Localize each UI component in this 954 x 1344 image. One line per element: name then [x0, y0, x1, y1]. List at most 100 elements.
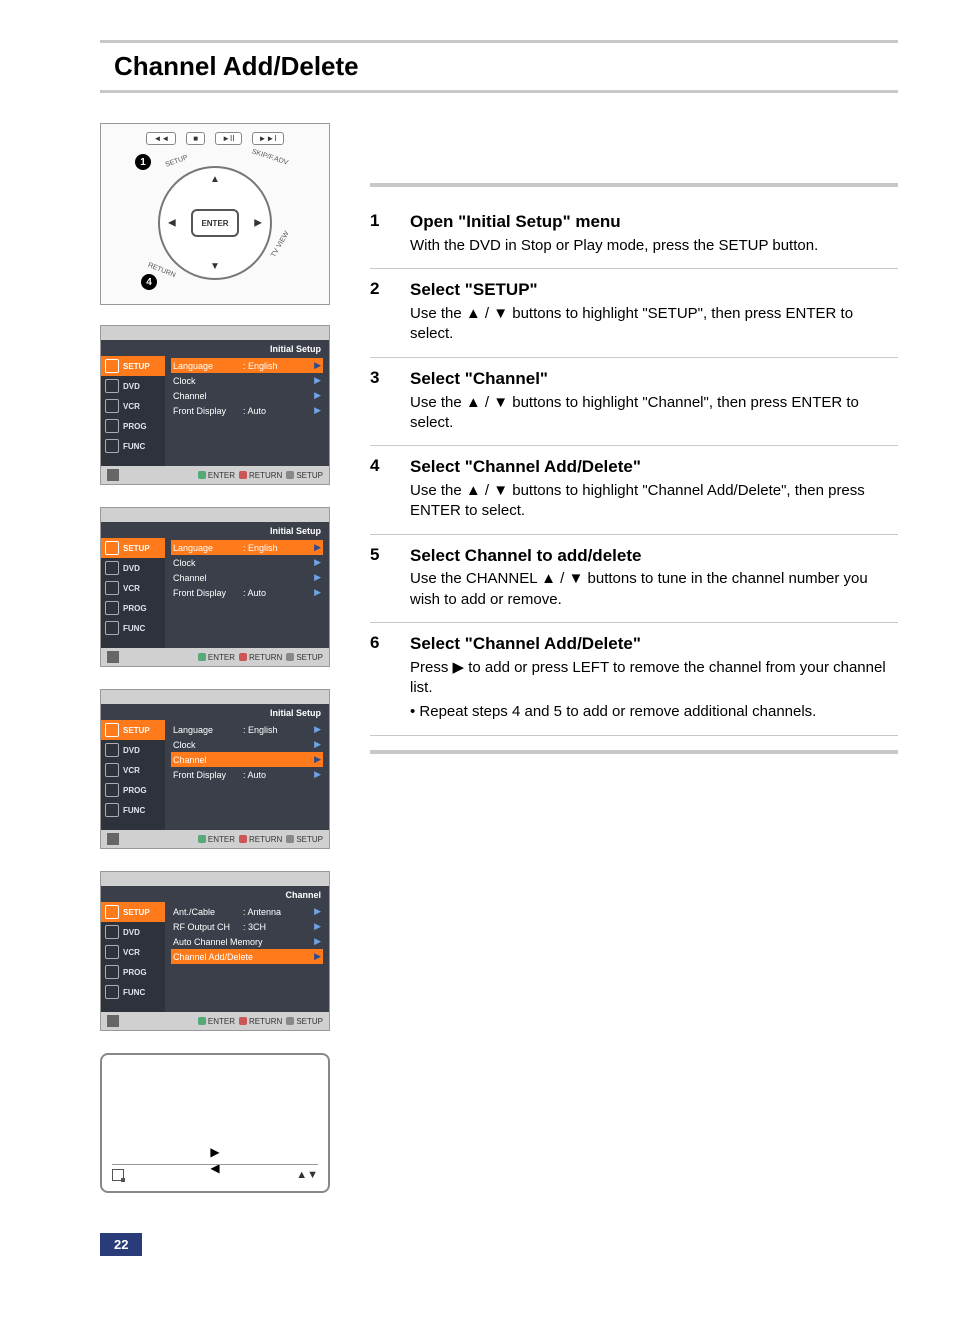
- arrow-left-icon: ◀: [168, 218, 176, 229]
- step-number: 3: [370, 368, 388, 433]
- grid-icon: [105, 985, 119, 999]
- step-text: Press ▶ to add or press LEFT to remove t…: [410, 658, 898, 699]
- tape-icon: [105, 581, 119, 595]
- osd-row: Front Display: Auto▶: [171, 403, 323, 418]
- osd-row: Channel▶: [171, 570, 323, 585]
- step-5: 5 Select Channel to add/delete Use the C…: [370, 535, 898, 623]
- arrow-right-icon: ▶: [254, 218, 262, 229]
- step-text: With the DVD in Stop or Play mode, press…: [410, 236, 898, 256]
- triangle-right-icon: ▶: [210, 1145, 219, 1159]
- osd-row: Clock▶: [171, 737, 323, 752]
- divider: [370, 750, 898, 754]
- triangle-right-icon: ▶: [314, 390, 321, 401]
- clock-icon: [105, 419, 119, 433]
- osd-row: Language: English▶: [171, 540, 323, 555]
- osd-screenshot-4: Channel SETUP DVD VCR PROG FUNC Ant./Cab…: [100, 871, 330, 1031]
- step-heading: Select "Channel Add/Delete": [410, 633, 898, 656]
- step-6: 6 Select "Channel Add/Delete" Press ▶ to…: [370, 623, 898, 736]
- osd-row: Front Display: Auto▶: [171, 585, 323, 600]
- grid-icon: [105, 621, 119, 635]
- step-3: 3 Select "Channel" Use the ▲ / ▼ buttons…: [370, 358, 898, 446]
- clock-icon: [105, 783, 119, 797]
- grid-icon: [105, 803, 119, 817]
- dpad-icon: [107, 651, 119, 663]
- remote-stop-icon: ■: [186, 132, 205, 145]
- dpad-icon: [107, 469, 119, 481]
- triangle-right-icon: ▶: [314, 405, 321, 416]
- triangle-right-icon: ▶: [314, 375, 321, 386]
- osd-row: Channel▶: [171, 752, 323, 767]
- osd-row: Clock▶: [171, 373, 323, 388]
- step-text: Use the ▲ / ▼ buttons to highlight "Chan…: [410, 393, 898, 434]
- clock-icon: [105, 965, 119, 979]
- osd-row: Ant./Cable: Antenna▶: [171, 904, 323, 919]
- divider: [370, 183, 898, 187]
- step-number: 4: [370, 456, 388, 521]
- tape-icon: [105, 763, 119, 777]
- osd-row: Clock▶: [171, 555, 323, 570]
- arrow-up-icon: ▲: [210, 174, 220, 185]
- remote-label-skip: SKIP/F.ADV: [251, 148, 289, 166]
- tape-icon: [105, 945, 119, 959]
- osd-title: Channel: [101, 886, 329, 902]
- step-text: Use the ▲ / ▼ buttons to highlight "Chan…: [410, 481, 898, 522]
- osd-side-dvd: DVD: [101, 376, 165, 396]
- remote-nav-ring: ▲ ▼ ◀ ▶ ENTER: [158, 166, 272, 280]
- osd-title: Initial Setup: [101, 340, 329, 356]
- disc-icon: [105, 743, 119, 757]
- step-heading: Select "Channel Add/Delete": [410, 456, 898, 479]
- gear-icon: [105, 905, 119, 919]
- remote-enter-button: ENTER: [191, 209, 239, 237]
- gear-icon: [105, 723, 119, 737]
- osd-row: RF Output CH: 3CH▶: [171, 919, 323, 934]
- page-title: Channel Add/Delete: [114, 51, 884, 82]
- callout-badge-4: 4: [141, 274, 157, 290]
- step-heading: Select "Channel": [410, 368, 898, 391]
- page-number: 22: [100, 1233, 954, 1256]
- callout-badge-1: 1: [135, 154, 151, 170]
- osd-row: Language: English▶: [171, 358, 323, 373]
- tape-icon: [105, 399, 119, 413]
- disc-icon: [105, 379, 119, 393]
- step-text: Use the ▲ / ▼ buttons to highlight "SETU…: [410, 304, 898, 345]
- osd-title: Initial Setup: [101, 522, 329, 538]
- remote-play-pause-icon: ►II: [215, 132, 241, 145]
- step-2: 2 Select "SETUP" Use the ▲ / ▼ buttons t…: [370, 269, 898, 357]
- remote-label-tvview: TV VIEW: [270, 230, 290, 258]
- remote-ff-icon: ►►I: [252, 132, 284, 145]
- step-4: 4 Select "Channel Add/Delete" Use the ▲ …: [370, 446, 898, 534]
- step-bullet: • Repeat steps 4 and 5 to add or remove …: [410, 702, 898, 722]
- step-number: 5: [370, 545, 388, 610]
- osd-side-prog: PROG: [101, 416, 165, 436]
- osd-side-setup: SETUP: [101, 356, 165, 376]
- step-number: 2: [370, 279, 388, 344]
- osd-side-func: FUNC: [101, 436, 165, 456]
- page-title-bar: Channel Add/Delete: [100, 40, 898, 93]
- disc-icon: [105, 561, 119, 575]
- osd-row: Channel▶: [171, 388, 323, 403]
- disc-icon: [105, 925, 119, 939]
- osd-title: Initial Setup: [101, 704, 329, 720]
- remote-label-setup: SETUP: [165, 154, 189, 169]
- osd-row: Channel Add/Delete▶: [171, 949, 323, 964]
- clock-icon: [105, 601, 119, 615]
- up-down-icon: ▲▼: [296, 1169, 318, 1181]
- step-number: 1: [370, 211, 388, 256]
- grid-icon: [105, 439, 119, 453]
- triangle-right-icon: ▶: [314, 360, 321, 371]
- steps-column: 1 Open "Initial Setup" menu With the DVD…: [370, 123, 898, 754]
- arrow-down-icon: ▼: [210, 261, 220, 272]
- step-1: 1 Open "Initial Setup" menu With the DVD…: [370, 201, 898, 269]
- step-heading: Select Channel to add/delete: [410, 545, 898, 568]
- osd-row: Language: English▶: [171, 722, 323, 737]
- remote-rewind-icon: ◄◄: [146, 132, 176, 145]
- tv-frame-diagram: ▶ ◀ ▲▼: [100, 1053, 330, 1193]
- gear-icon: [105, 541, 119, 555]
- osd-screenshot-3: Initial Setup SETUP DVD VCR PROG FUNC La…: [100, 689, 330, 849]
- osd-side-vcr: VCR: [101, 396, 165, 416]
- return-icon: [112, 1169, 124, 1181]
- dpad-icon: [107, 833, 119, 845]
- gear-icon: [105, 359, 119, 373]
- step-number: 6: [370, 633, 388, 723]
- step-heading: Open "Initial Setup" menu: [410, 211, 898, 234]
